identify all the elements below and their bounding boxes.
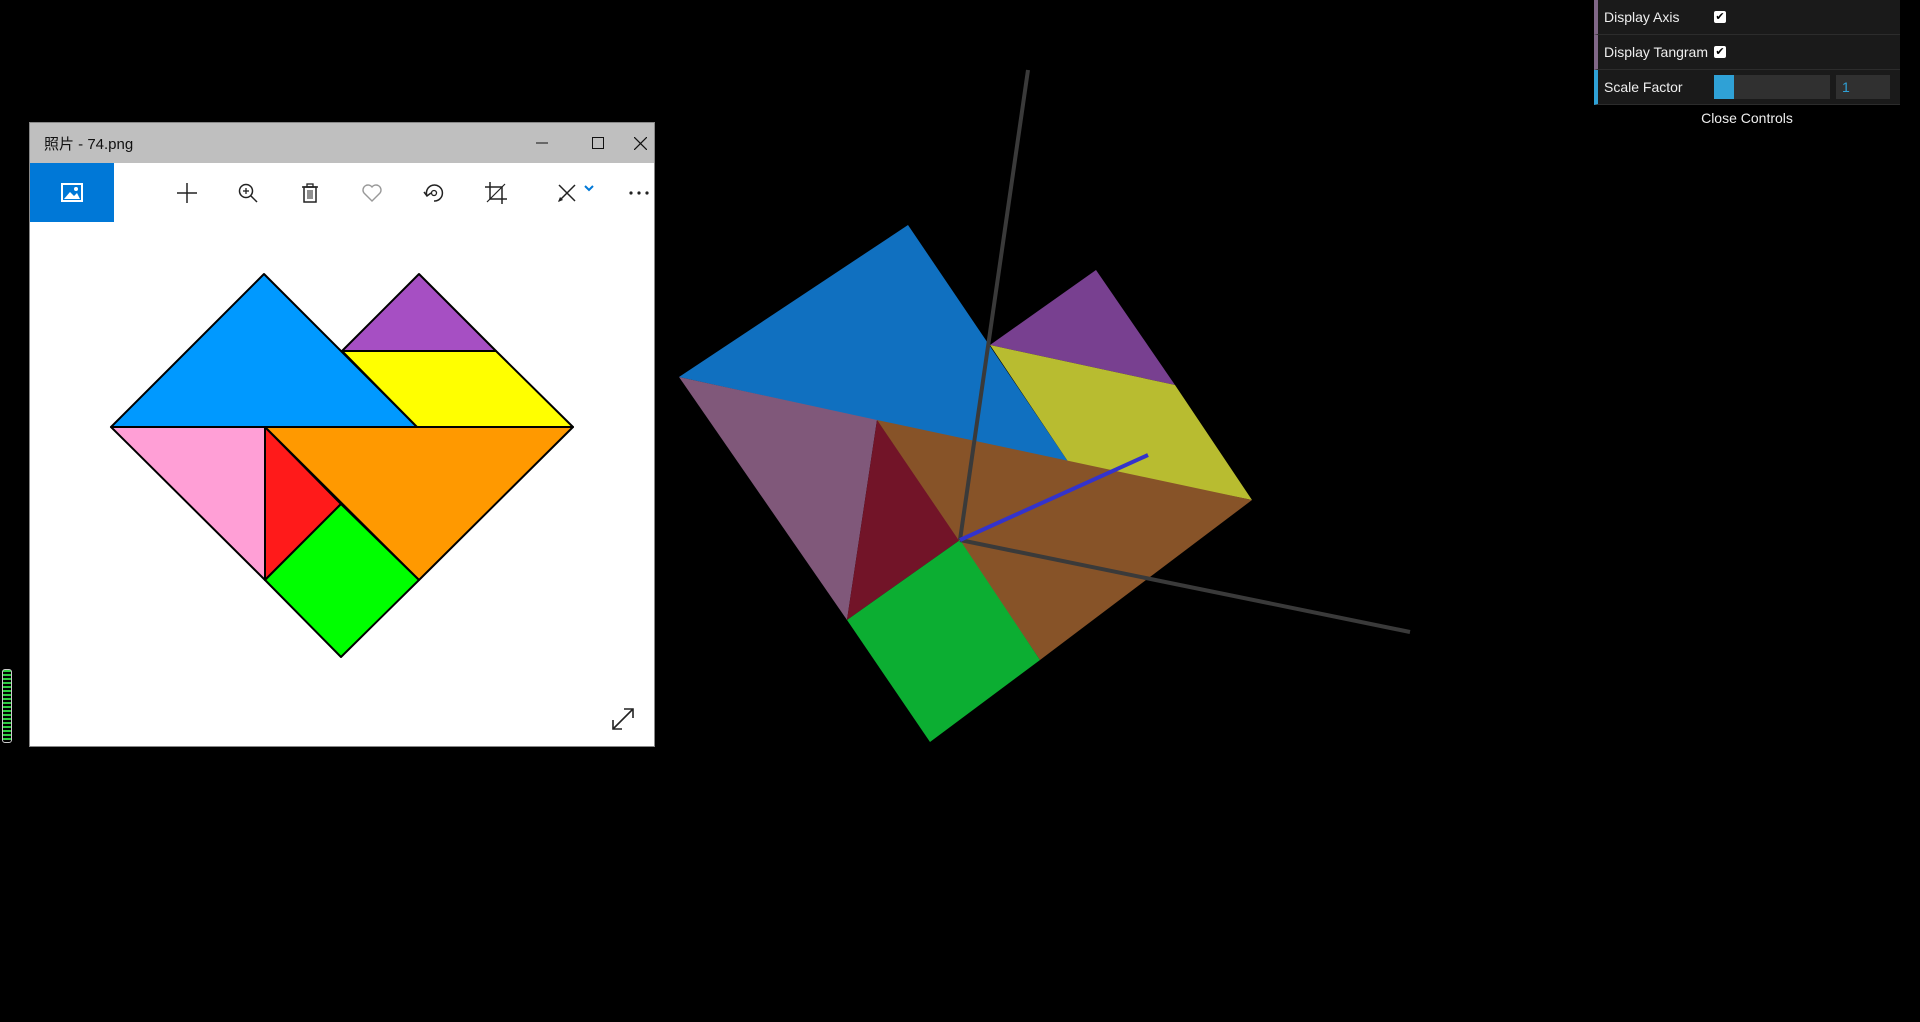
zoom-button[interactable]	[220, 163, 276, 222]
minimize-button[interactable]	[514, 123, 570, 163]
crop-icon	[485, 181, 507, 204]
delete-button[interactable]	[282, 163, 338, 222]
scale-factor-slider-fill	[1714, 75, 1734, 99]
display-axis-checkbox[interactable]: ✔	[1714, 11, 1726, 23]
delete-icon	[302, 182, 318, 203]
display-tangram-row[interactable]: Display Tangram ✔	[1594, 35, 1900, 70]
zoom-icon	[238, 183, 258, 203]
rotate-icon	[423, 183, 444, 202]
close-icon	[633, 136, 647, 150]
photos-toolbar	[30, 163, 654, 222]
more-options-button[interactable]	[626, 163, 654, 222]
expand-icon	[612, 708, 634, 730]
fullscreen-button[interactable]	[610, 706, 636, 732]
rotate-button[interactable]	[406, 163, 462, 222]
view-image-button[interactable]	[30, 163, 114, 222]
chevron-down-icon	[584, 184, 594, 191]
maximize-icon	[592, 137, 604, 149]
favorite-icon	[362, 183, 382, 202]
add-button[interactable]	[159, 163, 215, 222]
close-controls-button[interactable]: Close Controls	[1594, 105, 1900, 131]
add-icon	[177, 182, 197, 203]
pink-triangle	[110, 426, 266, 581]
display-axis-label: Display Axis	[1604, 9, 1680, 25]
image-icon	[61, 182, 83, 202]
edit-icon	[558, 183, 576, 202]
tangram-3d	[679, 225, 1252, 742]
battery-icon	[2, 669, 12, 743]
photos-window: 照片 - 74.png	[30, 123, 654, 746]
display-axis-row[interactable]: Display Axis ✔	[1594, 0, 1900, 35]
edit-menu-button[interactable]	[545, 163, 605, 222]
favorite-button[interactable]	[344, 163, 400, 222]
maximize-button[interactable]	[570, 123, 626, 163]
scale-factor-input[interactable]	[1836, 75, 1890, 99]
crop-button[interactable]	[468, 163, 524, 222]
controls-panel: Display Axis ✔ Display Tangram ✔ Scale F…	[1594, 0, 1900, 131]
purple-triangle	[341, 273, 497, 352]
window-title: 照片 - 74.png	[44, 135, 134, 153]
tangram-image	[110, 273, 574, 658]
more-icon	[629, 190, 649, 195]
scale-factor-row: Scale Factor	[1594, 70, 1900, 105]
scale-factor-slider[interactable]	[1714, 75, 1830, 99]
title-bar[interactable]: 照片 - 74.png	[30, 123, 654, 163]
minimize-icon	[536, 142, 548, 144]
scale-factor-label: Scale Factor	[1604, 79, 1683, 95]
display-tangram-checkbox[interactable]: ✔	[1714, 46, 1726, 58]
display-tangram-label: Display Tangram	[1604, 44, 1709, 60]
close-button[interactable]	[626, 123, 654, 163]
